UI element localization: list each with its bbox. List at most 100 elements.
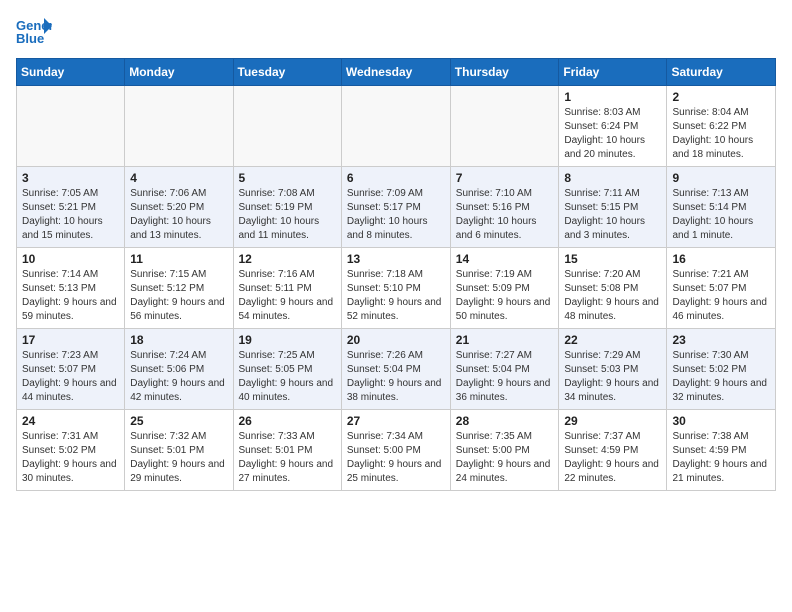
day-info: Sunrise: 7:19 AM Sunset: 5:09 PM Dayligh… <box>456 268 554 324</box>
day-number: 9 <box>672 171 770 185</box>
day-number: 19 <box>239 333 336 347</box>
calendar-day-cell: 26 Sunrise: 7:33 AM Sunset: 5:01 PM Dayli… <box>233 410 341 491</box>
calendar-day-cell: 13 Sunrise: 7:18 AM Sunset: 5:10 PM Dayli… <box>341 248 450 329</box>
day-info: Sunrise: 7:34 AM Sunset: 5:00 PM Dayligh… <box>347 430 445 486</box>
day-number: 27 <box>347 414 445 428</box>
calendar-week-row: 17 Sunrise: 7:23 AM Sunset: 5:07 PM Dayli… <box>17 329 776 410</box>
calendar-day-cell: 22 Sunrise: 7:29 AM Sunset: 5:03 PM Dayli… <box>559 329 667 410</box>
calendar-day-cell: 20Sunrise: 7:26 AM Sunset: 5:04 PM Dayli… <box>341 329 450 410</box>
calendar-day-cell <box>341 86 450 167</box>
day-info: Sunrise: 7:14 AM Sunset: 5:13 PM Dayligh… <box>22 268 119 324</box>
day-info: Sunrise: 8:04 AM Sunset: 6:22 PM Dayligh… <box>672 106 770 162</box>
calendar-day-cell: 6 Sunrise: 7:09 AM Sunset: 5:17 PM Daylig… <box>341 167 450 248</box>
calendar-day-cell: 3Sunrise: 7:05 AM Sunset: 5:21 PM Daylig… <box>17 167 125 248</box>
day-number: 15 <box>564 252 661 266</box>
day-number: 8 <box>564 171 661 185</box>
day-number: 26 <box>239 414 336 428</box>
day-number: 11 <box>130 252 227 266</box>
calendar-day-cell: 25 Sunrise: 7:32 AM Sunset: 5:01 PM Dayli… <box>125 410 233 491</box>
day-number: 24 <box>22 414 119 428</box>
calendar-day-cell: 21 Sunrise: 7:27 AM Sunset: 5:04 PM Dayli… <box>450 329 559 410</box>
weekday-header: Sunday <box>17 59 125 86</box>
day-number: 30 <box>672 414 770 428</box>
logo: General Blue <box>16 16 58 46</box>
day-info: Sunrise: 7:10 AM Sunset: 5:16 PM Dayligh… <box>456 187 554 243</box>
day-info: Sunrise: 7:30 AM Sunset: 5:02 PM Dayligh… <box>672 349 770 405</box>
day-number: 28 <box>456 414 554 428</box>
calendar-day-cell: 9 Sunrise: 7:13 AM Sunset: 5:14 PM Daylig… <box>667 167 776 248</box>
calendar-day-cell <box>450 86 559 167</box>
day-number: 22 <box>564 333 661 347</box>
day-info: Sunrise: 7:38 AM Sunset: 4:59 PM Dayligh… <box>672 430 770 486</box>
day-number: 23 <box>672 333 770 347</box>
calendar-day-cell: 24Sunrise: 7:31 AM Sunset: 5:02 PM Dayli… <box>17 410 125 491</box>
calendar-day-cell: 10Sunrise: 7:14 AM Sunset: 5:13 PM Dayli… <box>17 248 125 329</box>
day-number: 17 <box>22 333 119 347</box>
calendar-day-cell: 28 Sunrise: 7:35 AM Sunset: 5:00 PM Dayli… <box>450 410 559 491</box>
day-info: Sunrise: 7:13 AM Sunset: 5:14 PM Dayligh… <box>672 187 770 243</box>
calendar-day-cell: 2 Sunrise: 8:04 AM Sunset: 6:22 PM Daylig… <box>667 86 776 167</box>
day-info: Sunrise: 7:23 AM Sunset: 5:07 PM Dayligh… <box>22 349 119 405</box>
calendar-day-cell: 23 Sunrise: 7:30 AM Sunset: 5:02 PM Dayli… <box>667 329 776 410</box>
calendar-day-cell <box>233 86 341 167</box>
calendar-week-row: 10Sunrise: 7:14 AM Sunset: 5:13 PM Dayli… <box>17 248 776 329</box>
calendar-day-cell <box>17 86 125 167</box>
day-info: Sunrise: 7:33 AM Sunset: 5:01 PM Dayligh… <box>239 430 336 486</box>
weekday-header: Saturday <box>667 59 776 86</box>
calendar-day-cell: 7 Sunrise: 7:10 AM Sunset: 5:16 PM Daylig… <box>450 167 559 248</box>
calendar-day-cell: 8Sunrise: 7:11 AM Sunset: 5:15 PM Daylig… <box>559 167 667 248</box>
day-info: Sunrise: 7:32 AM Sunset: 5:01 PM Dayligh… <box>130 430 227 486</box>
day-number: 16 <box>672 252 770 266</box>
day-info: Sunrise: 7:29 AM Sunset: 5:03 PM Dayligh… <box>564 349 661 405</box>
calendar-week-row: 3Sunrise: 7:05 AM Sunset: 5:21 PM Daylig… <box>17 167 776 248</box>
calendar-day-cell: 17 Sunrise: 7:23 AM Sunset: 5:07 PM Dayli… <box>17 329 125 410</box>
calendar-day-cell: 15 Sunrise: 7:20 AM Sunset: 5:08 PM Dayli… <box>559 248 667 329</box>
day-number: 25 <box>130 414 227 428</box>
calendar-day-cell: 27 Sunrise: 7:34 AM Sunset: 5:00 PM Dayli… <box>341 410 450 491</box>
day-info: Sunrise: 7:06 AM Sunset: 5:20 PM Dayligh… <box>130 187 227 243</box>
calendar-day-cell <box>125 86 233 167</box>
calendar-day-cell: 11 Sunrise: 7:15 AM Sunset: 5:12 PM Dayli… <box>125 248 233 329</box>
day-info: Sunrise: 7:05 AM Sunset: 5:21 PM Dayligh… <box>22 187 119 243</box>
day-info: Sunrise: 7:35 AM Sunset: 5:00 PM Dayligh… <box>456 430 554 486</box>
weekday-header: Friday <box>559 59 667 86</box>
day-number: 29 <box>564 414 661 428</box>
day-info: Sunrise: 7:25 AM Sunset: 5:05 PM Dayligh… <box>239 349 336 405</box>
day-number: 20 <box>347 333 445 347</box>
calendar-day-cell: 19 Sunrise: 7:25 AM Sunset: 5:05 PM Dayli… <box>233 329 341 410</box>
day-info: Sunrise: 7:37 AM Sunset: 4:59 PM Dayligh… <box>564 430 661 486</box>
calendar-day-cell: 1 Sunrise: 8:03 AM Sunset: 6:24 PM Daylig… <box>559 86 667 167</box>
day-info: Sunrise: 7:27 AM Sunset: 5:04 PM Dayligh… <box>456 349 554 405</box>
day-number: 7 <box>456 171 554 185</box>
calendar-day-cell: 5 Sunrise: 7:08 AM Sunset: 5:19 PM Daylig… <box>233 167 341 248</box>
calendar-day-cell: 12Sunrise: 7:16 AM Sunset: 5:11 PM Dayli… <box>233 248 341 329</box>
calendar-day-cell: 30 Sunrise: 7:38 AM Sunset: 4:59 PM Dayli… <box>667 410 776 491</box>
day-info: Sunrise: 7:21 AM Sunset: 5:07 PM Dayligh… <box>672 268 770 324</box>
day-number: 2 <box>672 90 770 104</box>
day-info: Sunrise: 7:16 AM Sunset: 5:11 PM Dayligh… <box>239 268 336 324</box>
day-number: 1 <box>564 90 661 104</box>
day-number: 5 <box>239 171 336 185</box>
day-number: 6 <box>347 171 445 185</box>
calendar-week-row: 24Sunrise: 7:31 AM Sunset: 5:02 PM Dayli… <box>17 410 776 491</box>
day-info: Sunrise: 7:09 AM Sunset: 5:17 PM Dayligh… <box>347 187 445 243</box>
calendar-day-cell: 16 Sunrise: 7:21 AM Sunset: 5:07 PM Dayli… <box>667 248 776 329</box>
day-info: Sunrise: 7:15 AM Sunset: 5:12 PM Dayligh… <box>130 268 227 324</box>
day-number: 21 <box>456 333 554 347</box>
logo-icon: General Blue <box>16 16 52 46</box>
calendar-day-cell: 4Sunrise: 7:06 AM Sunset: 5:20 PM Daylig… <box>125 167 233 248</box>
day-info: Sunrise: 8:03 AM Sunset: 6:24 PM Dayligh… <box>564 106 661 162</box>
weekday-header: Wednesday <box>341 59 450 86</box>
weekday-header: Tuesday <box>233 59 341 86</box>
calendar-day-cell: 14Sunrise: 7:19 AM Sunset: 5:09 PM Dayli… <box>450 248 559 329</box>
day-info: Sunrise: 7:08 AM Sunset: 5:19 PM Dayligh… <box>239 187 336 243</box>
calendar-week-row: 1 Sunrise: 8:03 AM Sunset: 6:24 PM Daylig… <box>17 86 776 167</box>
day-number: 13 <box>347 252 445 266</box>
day-number: 18 <box>130 333 227 347</box>
calendar-day-cell: 18Sunrise: 7:24 AM Sunset: 5:06 PM Dayli… <box>125 329 233 410</box>
day-info: Sunrise: 7:20 AM Sunset: 5:08 PM Dayligh… <box>564 268 661 324</box>
weekday-header: Monday <box>125 59 233 86</box>
day-info: Sunrise: 7:18 AM Sunset: 5:10 PM Dayligh… <box>347 268 445 324</box>
calendar-day-cell: 29 Sunrise: 7:37 AM Sunset: 4:59 PM Dayli… <box>559 410 667 491</box>
calendar-table: SundayMondayTuesdayWednesdayThursdayFrid… <box>16 58 776 491</box>
